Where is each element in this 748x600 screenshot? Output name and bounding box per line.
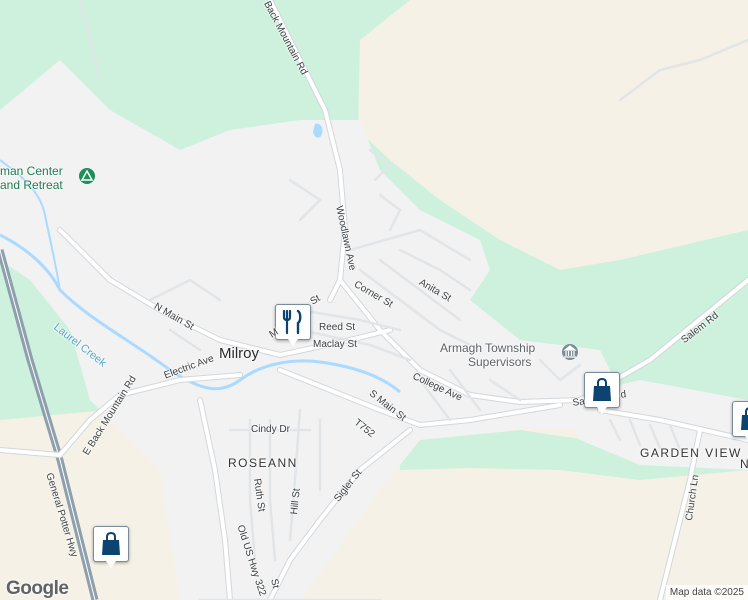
shopping-pin[interactable] — [93, 526, 129, 568]
shopping-pin[interactable] — [732, 401, 748, 443]
neighborhood-label-garden-view: GARDEN VIEW — [640, 446, 742, 460]
neighborhood-label-garden-view-tail: N — [740, 457, 748, 471]
restaurant-icon — [282, 309, 302, 335]
road-label-maclay: Maclay St — [313, 339, 357, 350]
road-label-cindy: Cindy Dr — [251, 424, 290, 435]
shopping-bag-icon — [102, 532, 120, 555]
park-icon[interactable] — [79, 168, 95, 184]
map-data-credit[interactable]: Map data ©2025 — [665, 585, 748, 600]
shopping-bag-icon — [741, 407, 748, 430]
neighborhood-label-roseann: ROSEANN — [228, 456, 298, 470]
shopping-pin[interactable] — [584, 372, 620, 414]
road-label-salem-partial-2: d — [619, 389, 627, 401]
town-label: Milroy — [219, 345, 259, 362]
civic-building-icon[interactable] — [562, 344, 578, 360]
google-logo: Google — [6, 578, 69, 599]
road-label-salem-partial: Sa — [571, 396, 586, 409]
township-label-line2: Supervisors — [468, 355, 532, 369]
road-label-reed: Reed St — [319, 322, 356, 333]
township-label-line1: Armagh Township — [440, 341, 536, 355]
retreat-label-line2: and Retreat — [0, 178, 63, 192]
retreat-label-line1: man Center — [0, 164, 63, 178]
restaurant-pin[interactable] — [275, 304, 311, 346]
shopping-bag-icon — [593, 378, 611, 401]
